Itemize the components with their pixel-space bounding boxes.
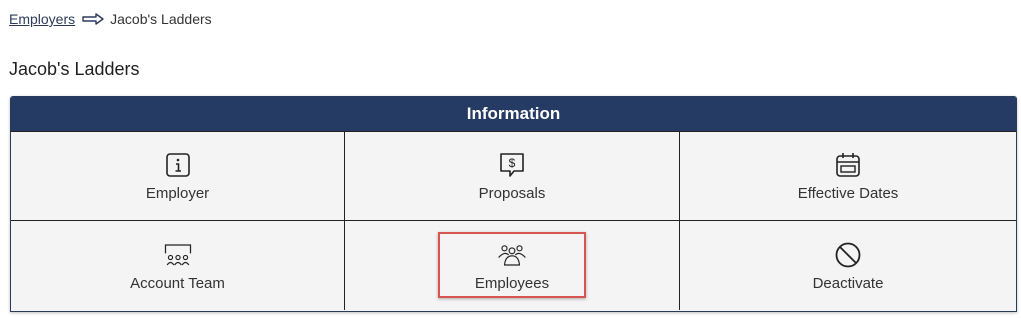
tile-deactivate[interactable]: Deactivate [680,220,1016,310]
tile-label: Account Team [130,274,225,292]
tile-label: Deactivate [812,274,884,292]
tile-effective-dates[interactable]: Effective Dates [680,131,1016,220]
ban-icon [833,240,863,270]
tile-employees[interactable]: Employees [345,220,680,310]
breadcrumb-current: Jacob's Ladders [110,11,212,27]
tile-proposals[interactable]: $ Proposals [345,131,680,220]
tile-account-team[interactable]: Account Team [11,220,345,310]
calendar-icon [833,150,863,180]
info-icon [163,150,193,180]
tile-employer[interactable]: Employer [11,131,345,220]
tile-label: Employer [145,185,210,202]
breadcrumb-link-employers[interactable]: Employers [9,11,75,27]
svg-text:$: $ [509,156,516,170]
page-title: Jacob's Ladders [9,59,140,79]
tile-grid: Employer $ Proposals Effective Dates Acc… [11,131,1016,310]
people-group-icon [497,240,527,270]
panel-header: Information [11,97,1016,131]
presentation-team-icon [163,240,193,270]
tile-label: Employees [474,274,550,292]
information-panel: Information Employer $ Proposals Effecti… [10,96,1017,312]
arrow-right-icon [82,13,104,25]
dollar-speech-icon: $ [497,150,527,180]
breadcrumb: Employers Jacob's Ladders [9,11,212,27]
tile-label: Effective Dates [797,185,899,202]
tile-label: Proposals [478,185,546,202]
